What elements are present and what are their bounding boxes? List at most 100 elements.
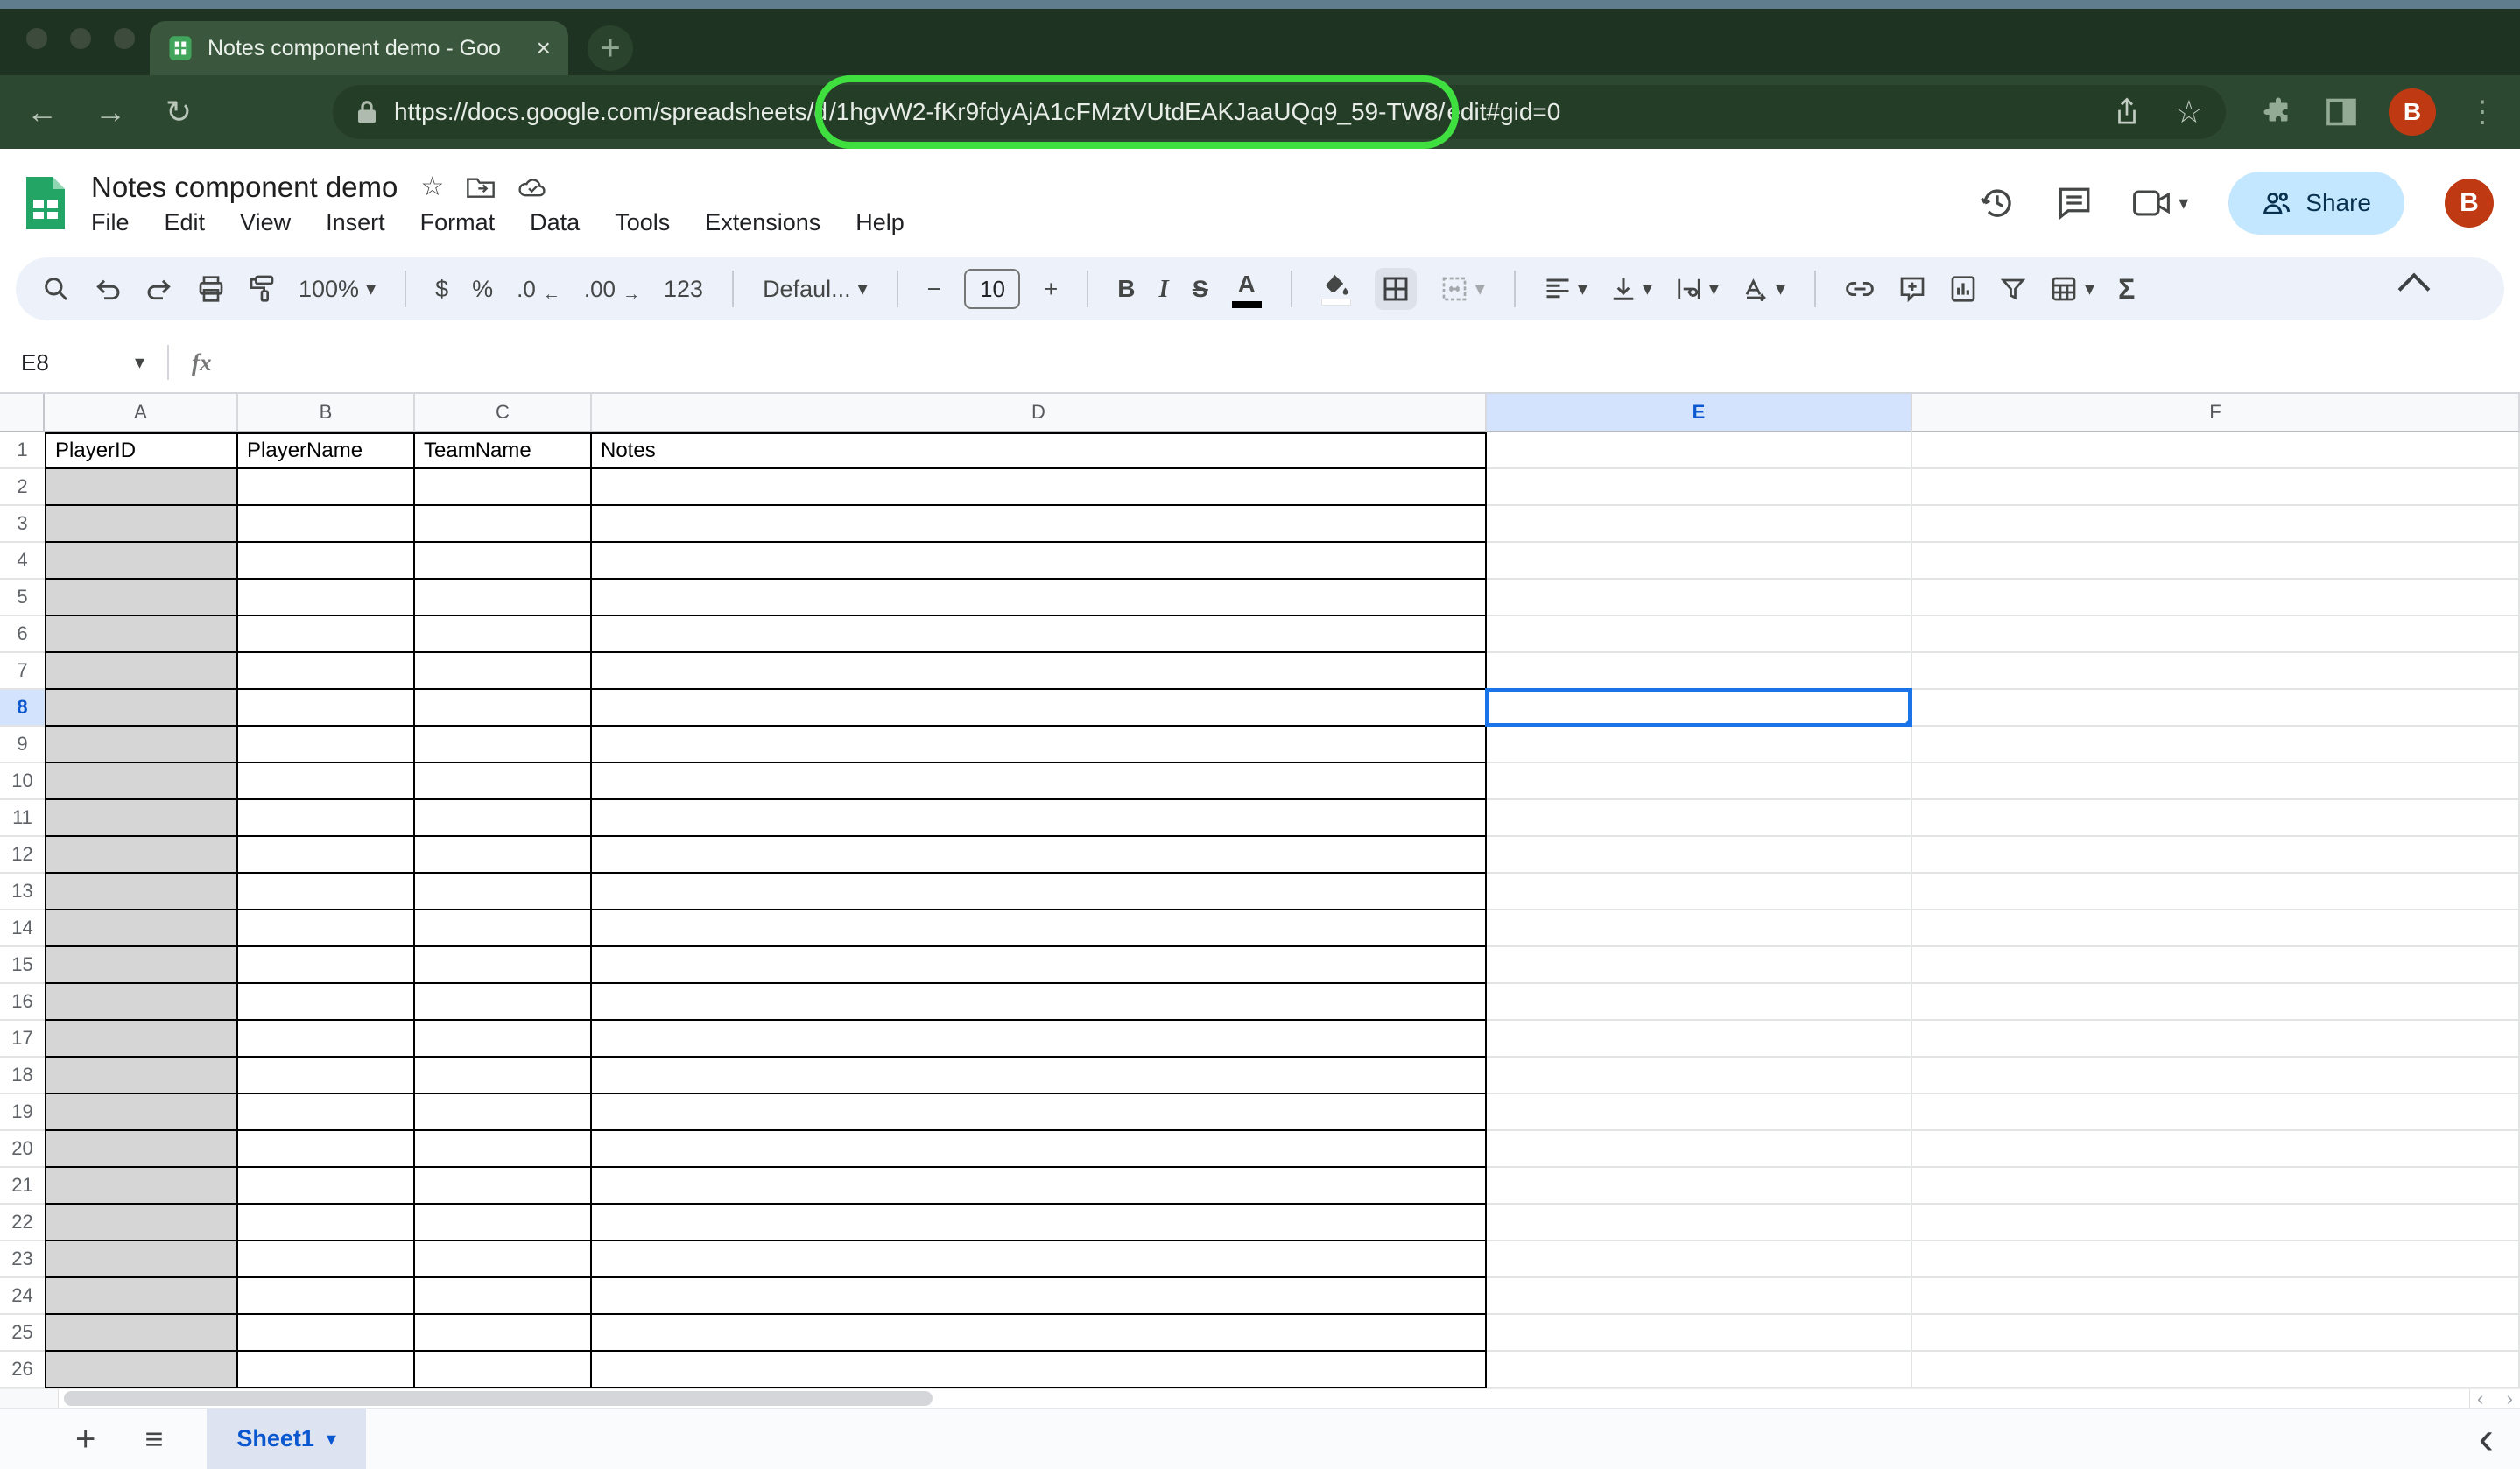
row-header-7[interactable]: 7 <box>0 653 45 690</box>
tab-close-icon[interactable]: × <box>537 36 551 60</box>
cell-B23[interactable] <box>238 1241 415 1278</box>
browser-tab[interactable]: Notes component demo - Goo × <box>150 21 568 75</box>
cell-A25[interactable] <box>45 1315 238 1352</box>
row-header-22[interactable]: 22 <box>0 1205 45 1241</box>
column-header-E[interactable]: E <box>1487 394 1912 432</box>
cell-F6[interactable] <box>1912 616 2520 653</box>
scrollbar-thumb[interactable] <box>64 1391 933 1406</box>
hide-menus-chevron-icon[interactable] <box>2398 273 2431 306</box>
row-header-4[interactable]: 4 <box>0 543 45 580</box>
cell-C10[interactable] <box>415 763 592 800</box>
row-header-2[interactable]: 2 <box>0 469 45 506</box>
cell-F9[interactable] <box>1912 727 2520 763</box>
cell-A14[interactable] <box>45 910 238 947</box>
add-sheet-button[interactable]: + <box>75 1422 95 1457</box>
cell-B2[interactable] <box>238 469 415 506</box>
paint-format-icon[interactable] <box>249 275 275 303</box>
cell-E2[interactable] <box>1487 469 1912 506</box>
cell-A19[interactable] <box>45 1094 238 1131</box>
cell-E12[interactable] <box>1487 837 1912 874</box>
cell-A26[interactable] <box>45 1352 238 1388</box>
cell-A18[interactable] <box>45 1058 238 1094</box>
cell-C11[interactable] <box>415 800 592 837</box>
row-header-5[interactable]: 5 <box>0 580 45 616</box>
cell-B1[interactable]: PlayerName <box>238 432 415 469</box>
cell-E15[interactable] <box>1487 947 1912 984</box>
cell-D15[interactable] <box>592 947 1487 984</box>
all-sheets-button[interactable]: ≡ <box>144 1423 163 1455</box>
cell-B18[interactable] <box>238 1058 415 1094</box>
cell-C25[interactable] <box>415 1315 592 1352</box>
cell-E14[interactable] <box>1487 910 1912 947</box>
cell-B12[interactable] <box>238 837 415 874</box>
new-tab-button[interactable]: + <box>588 25 633 71</box>
cell-C12[interactable] <box>415 837 592 874</box>
cell-E7[interactable] <box>1487 653 1912 690</box>
row-header-15[interactable]: 15 <box>0 947 45 984</box>
cell-B19[interactable] <box>238 1094 415 1131</box>
browser-profile-avatar[interactable]: B <box>2389 88 2436 136</box>
row-header-14[interactable]: 14 <box>0 910 45 947</box>
table-tools-button[interactable]: ▾ <box>2050 275 2094 303</box>
meet-caret-down-icon[interactable]: ▾ <box>2179 192 2188 214</box>
cell-D9[interactable] <box>592 727 1487 763</box>
cell-F1[interactable] <box>1912 432 2520 469</box>
cell-C8[interactable] <box>415 690 592 727</box>
cell-D16[interactable] <box>592 984 1487 1021</box>
cell-A5[interactable] <box>45 580 238 616</box>
menu-insert[interactable]: Insert <box>326 209 385 236</box>
cell-D5[interactable] <box>592 580 1487 616</box>
row-header-18[interactable]: 18 <box>0 1058 45 1094</box>
move-to-folder-icon[interactable] <box>467 175 495 200</box>
row-header-1[interactable]: 1 <box>0 432 45 469</box>
cell-D2[interactable] <box>592 469 1487 506</box>
cell-A20[interactable] <box>45 1131 238 1168</box>
cell-E21[interactable] <box>1487 1168 1912 1205</box>
row-header-3[interactable]: 3 <box>0 506 45 543</box>
cell-E20[interactable] <box>1487 1131 1912 1168</box>
cell-D17[interactable] <box>592 1021 1487 1058</box>
row-header-23[interactable]: 23 <box>0 1241 45 1278</box>
cell-D12[interactable] <box>592 837 1487 874</box>
cell-C18[interactable] <box>415 1058 592 1094</box>
cell-F2[interactable] <box>1912 469 2520 506</box>
cell-D13[interactable] <box>592 874 1487 910</box>
cell-B14[interactable] <box>238 910 415 947</box>
cell-B5[interactable] <box>238 580 415 616</box>
back-icon[interactable]: ← <box>23 96 61 128</box>
select-all-corner[interactable] <box>0 394 45 432</box>
cell-D3[interactable] <box>592 506 1487 543</box>
column-header-A[interactable]: A <box>45 394 238 432</box>
menu-tools[interactable]: Tools <box>615 209 670 236</box>
name-box-caret-icon[interactable]: ▾ <box>135 351 144 374</box>
cell-E11[interactable] <box>1487 800 1912 837</box>
cell-B13[interactable] <box>238 874 415 910</box>
url-bar[interactable]: https://docs.google.com/spreadsheets/d/1… <box>333 85 2226 139</box>
side-panel-icon[interactable] <box>2326 96 2357 128</box>
cell-F16[interactable] <box>1912 984 2520 1021</box>
menu-data[interactable]: Data <box>530 209 580 236</box>
text-color-button[interactable]: A <box>1232 271 1262 308</box>
bold-button[interactable]: B <box>1117 275 1135 303</box>
cell-C17[interactable] <box>415 1021 592 1058</box>
zoom-window-button[interactable] <box>114 28 135 49</box>
column-header-D[interactable]: D <box>592 394 1487 432</box>
cell-E24[interactable] <box>1487 1278 1912 1315</box>
column-header-B[interactable]: B <box>238 394 415 432</box>
cell-D23[interactable] <box>592 1241 1487 1278</box>
cell-B6[interactable] <box>238 616 415 653</box>
cell-F24[interactable] <box>1912 1278 2520 1315</box>
cell-C16[interactable] <box>415 984 592 1021</box>
cell-B24[interactable] <box>238 1278 415 1315</box>
account-avatar[interactable]: B <box>2445 179 2494 228</box>
italic-button[interactable]: I <box>1158 275 1168 304</box>
menu-edit[interactable]: Edit <box>165 209 206 236</box>
cell-A23[interactable] <box>45 1241 238 1278</box>
cell-D19[interactable] <box>592 1094 1487 1131</box>
cell-D4[interactable] <box>592 543 1487 580</box>
cell-B8[interactable] <box>238 690 415 727</box>
cell-B22[interactable] <box>238 1205 415 1241</box>
scrollbar-track[interactable] <box>59 1389 2469 1408</box>
cell-E13[interactable] <box>1487 874 1912 910</box>
cell-F15[interactable] <box>1912 947 2520 984</box>
